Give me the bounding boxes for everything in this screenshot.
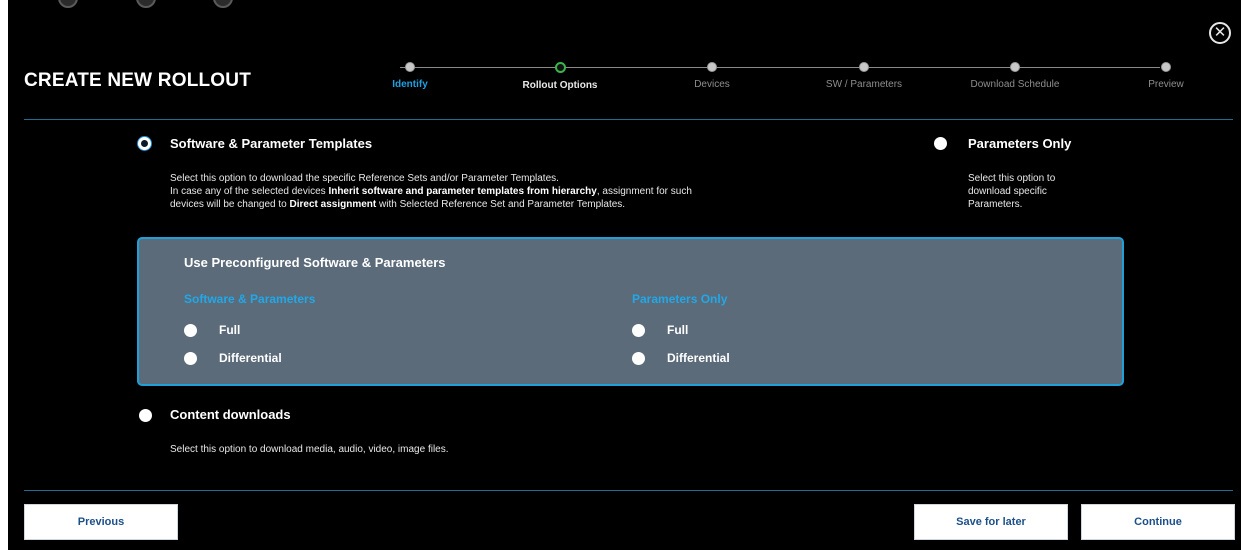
header-divider xyxy=(24,119,1233,120)
rollout-dialog: ✕ CREATE NEW ROLLOUT Identify Rollout Op… xyxy=(8,0,1241,550)
step-dot xyxy=(859,62,869,72)
step-preview[interactable]: Preview xyxy=(1096,62,1236,90)
parameters-only-radio[interactable] xyxy=(934,137,947,150)
desc-line: devices will be changed to Direct assign… xyxy=(170,198,930,211)
preconfigured-title: Use Preconfigured Software & Parameters xyxy=(184,255,446,270)
desc-line: download specific xyxy=(968,186,1047,197)
progress-stepper: Identify Rollout Options Devices SW / Pa… xyxy=(392,62,1184,102)
top-circle-3 xyxy=(213,0,233,8)
params-only-heading: Parameters Only xyxy=(632,292,728,306)
continue-button[interactable]: Continue xyxy=(1081,504,1235,540)
step-label: Download Schedule xyxy=(970,79,1060,90)
desc-line: Parameters. xyxy=(968,199,1023,210)
software-params-title: Software & Parameter Templates xyxy=(170,136,373,151)
step-rollout-options[interactable]: Rollout Options xyxy=(490,62,630,91)
sw-params-heading: Software & Parameters xyxy=(184,292,316,306)
desc-line: Select this option to xyxy=(968,173,1056,184)
desc-bold: Direct assignment xyxy=(289,199,377,210)
desc-text: with Selected Reference Set and Paramete… xyxy=(376,199,626,210)
parameters-only-title: Parameters Only xyxy=(968,136,1072,151)
content-downloads-radio[interactable] xyxy=(139,409,152,422)
desc-text: , assignment for such xyxy=(596,186,692,197)
parameters-only-description: Select this option to download specific … xyxy=(968,172,1138,211)
desc-text: devices will be changed to xyxy=(170,199,290,210)
desc-line: In case any of the selected devices Inhe… xyxy=(170,185,930,198)
previous-button[interactable]: Previous xyxy=(24,504,178,540)
top-circle-1 xyxy=(58,0,78,8)
params-full-radio[interactable] xyxy=(632,324,645,337)
save-for-later-button[interactable]: Save for later xyxy=(914,504,1068,540)
step-dot xyxy=(1010,62,1020,72)
desc-bold: Inherit software and parameter templates… xyxy=(328,186,597,197)
software-params-description: Select this option to download the speci… xyxy=(170,172,930,211)
desc-text: In case any of the selected devices xyxy=(170,186,329,197)
sw-differential-radio[interactable] xyxy=(184,352,197,365)
step-label: Preview xyxy=(1148,79,1184,90)
params-differential-radio[interactable] xyxy=(632,352,645,365)
content-downloads-description: Select this option to download media, au… xyxy=(170,444,449,455)
desc-line: Select this option to download the speci… xyxy=(170,173,559,184)
software-params-radio[interactable] xyxy=(138,137,151,150)
step-dot xyxy=(554,62,566,73)
top-circle-2 xyxy=(136,0,156,8)
step-identify[interactable]: Identify xyxy=(340,62,480,90)
step-devices[interactable]: Devices xyxy=(642,62,782,90)
step-dot xyxy=(1161,62,1171,72)
step-dot xyxy=(405,62,415,72)
content-downloads-title: Content downloads xyxy=(170,407,291,422)
step-label: Rollout Options xyxy=(522,80,598,91)
footer-divider xyxy=(24,490,1233,491)
sw-differential-label: Differential xyxy=(219,351,282,365)
sw-full-radio[interactable] xyxy=(184,324,197,337)
sw-full-label: Full xyxy=(219,323,241,337)
close-icon[interactable]: ✕ xyxy=(1209,22,1231,44)
step-label: Identify xyxy=(392,79,428,90)
step-sw-parameters[interactable]: SW / Parameters xyxy=(794,62,934,90)
step-label: Devices xyxy=(694,79,730,90)
page-title: CREATE NEW ROLLOUT xyxy=(24,70,252,91)
step-download-schedule[interactable]: Download Schedule xyxy=(945,62,1085,90)
step-label: SW / Parameters xyxy=(825,79,903,90)
preconfigured-panel: Use Preconfigured Software & Parameters … xyxy=(137,237,1124,386)
params-differential-label: Differential xyxy=(667,351,730,365)
params-full-label: Full xyxy=(667,323,689,337)
step-dot xyxy=(707,62,717,72)
